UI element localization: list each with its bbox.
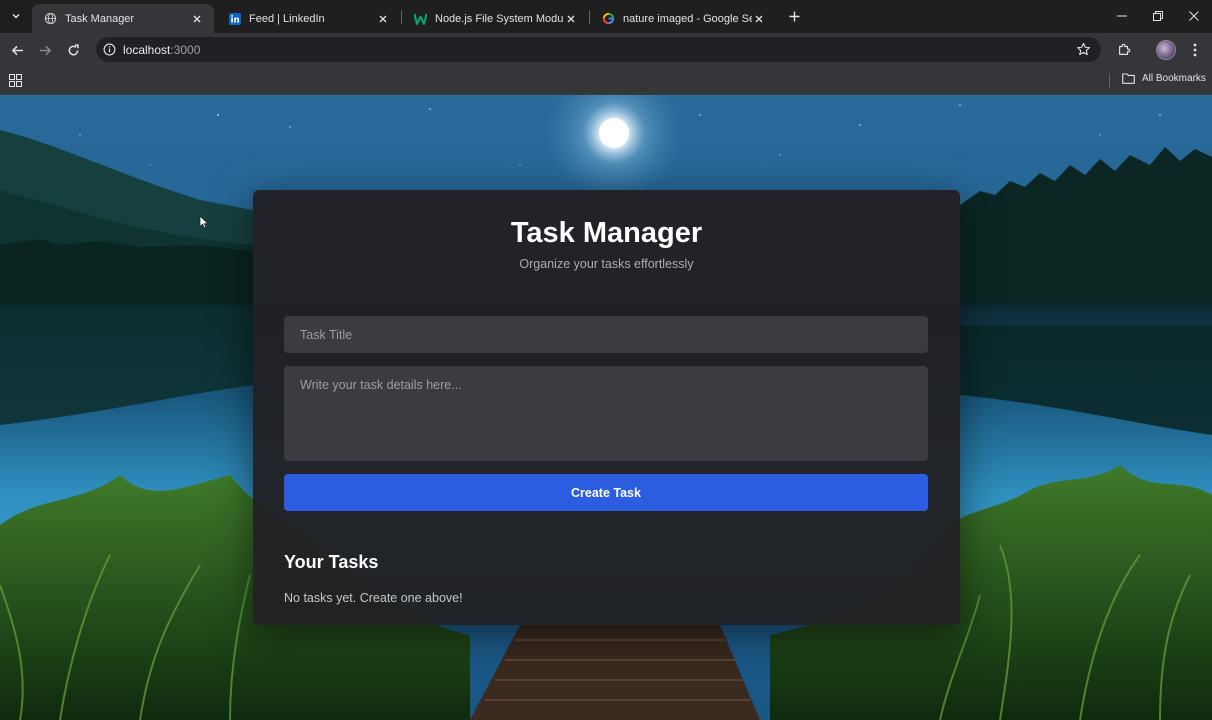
tab-strip: Task Manager Feed | LinkedIn Node.js Fil… (0, 0, 1212, 33)
bookmarks-bar: All Bookmarks (0, 66, 1212, 95)
address-bar[interactable]: localhost:3000 (96, 37, 1101, 62)
puzzle-icon (1119, 43, 1131, 55)
page-title: Task Manager (510, 217, 703, 249)
linkedin-icon (228, 12, 241, 25)
url-host: localhost (123, 42, 171, 57)
back-button[interactable] (6, 39, 28, 61)
menu-button[interactable] (1184, 39, 1206, 61)
url-port: :3000 (170, 42, 201, 57)
close-icon[interactable] (752, 12, 766, 26)
close-icon (1189, 10, 1199, 21)
extensions-button[interactable] (1113, 39, 1135, 61)
arrow-left-icon (11, 45, 23, 55)
apps-grid-icon[interactable] (9, 74, 22, 87)
arrow-right-icon (39, 45, 51, 55)
close-icon[interactable] (564, 12, 578, 26)
tasks-empty-state: No tasks yet. Create one above! (284, 591, 463, 605)
bookmark-star-icon[interactable] (1076, 42, 1091, 57)
tab-task-manager[interactable]: Task Manager (32, 4, 214, 33)
browser-toolbar: localhost:3000 (0, 33, 1212, 66)
close-icon[interactable] (376, 12, 390, 26)
close-icon[interactable] (190, 12, 204, 26)
tab-title: Task Manager (65, 12, 135, 25)
plus-icon (789, 11, 799, 21)
page-subtitle: Organize your tasks effortlessly (519, 257, 694, 271)
reload-icon (68, 43, 79, 55)
info-icon[interactable] (102, 43, 116, 57)
create-task-button[interactable]: Create Task (284, 474, 928, 511)
mouse-cursor-icon (199, 215, 209, 229)
close-window-button[interactable] (1176, 0, 1212, 31)
tab-title: nature imaged - Google Search (623, 12, 752, 25)
profile-avatar[interactable] (1156, 40, 1176, 60)
new-tab-button[interactable] (785, 7, 803, 25)
globe-icon (44, 12, 57, 25)
tab-google-search[interactable]: nature imaged - Google Search (590, 4, 776, 33)
google-icon (602, 12, 615, 25)
chevron-down-icon (12, 13, 20, 19)
all-bookmarks-button[interactable]: All Bookmarks (1122, 73, 1206, 84)
tab-linkedin[interactable]: Feed | LinkedIn (216, 4, 400, 33)
tasks-section-title: Your Tasks (284, 552, 379, 572)
tab-title: Feed | LinkedIn (249, 12, 325, 25)
restore-icon (1153, 10, 1163, 21)
forward-button[interactable] (34, 39, 56, 61)
task-details-textarea[interactable] (284, 366, 928, 461)
kebab-menu-icon (1193, 43, 1197, 57)
minimize-icon (1117, 15, 1127, 16)
minimize-button[interactable] (1104, 0, 1140, 31)
tab-title: Node.js File System Module (435, 12, 564, 25)
folder-icon (1122, 73, 1135, 84)
url-text: localhost:3000 (123, 43, 200, 57)
all-bookmarks-label: All Bookmarks (1142, 73, 1206, 84)
restore-button[interactable] (1140, 0, 1176, 31)
bookmarks-divider (1109, 74, 1110, 88)
w3schools-icon (414, 12, 427, 25)
tab-search-button[interactable] (6, 6, 26, 26)
tab-nodejs-fs[interactable]: Node.js File System Module (402, 4, 588, 33)
page-viewport: Task Manager Organize your tasks effortl… (0, 95, 1212, 720)
task-manager-card: Task Manager Organize your tasks effortl… (253, 190, 960, 625)
reload-button[interactable] (62, 39, 84, 61)
task-title-input[interactable] (284, 316, 928, 353)
